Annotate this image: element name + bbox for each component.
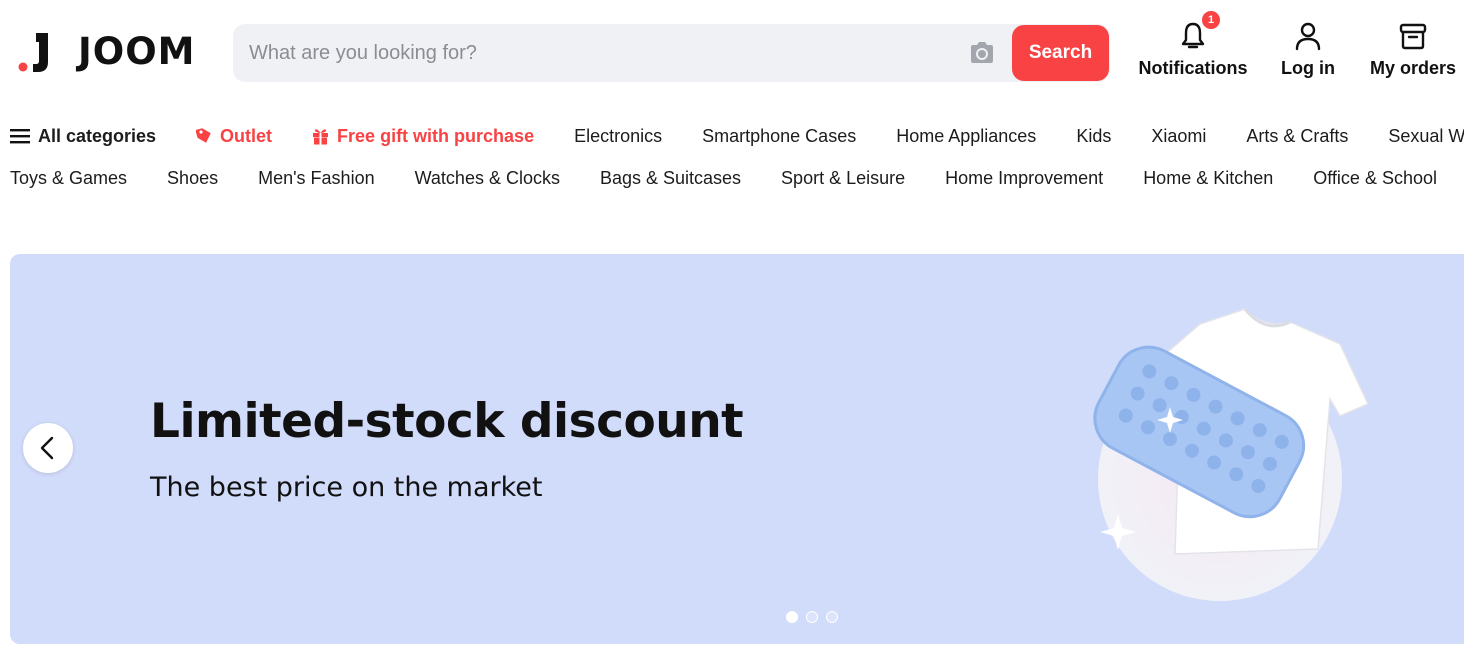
- carousel-dot[interactable]: [786, 611, 798, 623]
- logo-text: JOOM: [78, 30, 196, 73]
- header: JOOM Search Notifications 1 Log in My o: [0, 0, 1464, 100]
- joom-logo[interactable]: JOOM: [18, 30, 196, 74]
- nav-electronics[interactable]: Electronics: [574, 126, 662, 147]
- notifications-label: Notifications: [1138, 58, 1248, 78]
- product-image-towel-tshirt: [1093, 308, 1370, 601]
- carousel-dot[interactable]: [806, 611, 818, 623]
- nav-smartphone-cases[interactable]: Smartphone Cases: [702, 126, 856, 147]
- nav-free-gift[interactable]: Free gift with purchase: [312, 126, 534, 147]
- menu-icon: [10, 129, 30, 144]
- nav-all-categories[interactable]: All categories: [10, 126, 156, 147]
- user-icon: [1295, 22, 1321, 51]
- nav-bags-suitcases[interactable]: Bags & Suitcases: [600, 168, 741, 189]
- nav-kids[interactable]: Kids: [1076, 126, 1111, 147]
- carousel-dot[interactable]: [826, 611, 838, 623]
- nav-office-school[interactable]: Office & School: [1313, 168, 1437, 189]
- category-nav-row-1: All categories Outlet Free gift with pur…: [10, 122, 1464, 150]
- my-orders-button[interactable]: My orders: [1370, 20, 1456, 79]
- banner-subtitle: The best price on the market: [150, 472, 543, 503]
- banner-title: Limited-stock discount: [150, 394, 744, 449]
- carousel-dots: [786, 611, 846, 623]
- notifications-button[interactable]: Notifications: [1138, 20, 1248, 79]
- nav-watches-clocks[interactable]: Watches & Clocks: [415, 168, 560, 189]
- nav-home-appliances[interactable]: Home Appliances: [896, 126, 1036, 147]
- carousel-prev-button[interactable]: [23, 423, 73, 473]
- tag-icon: [196, 128, 211, 143]
- promo-banner[interactable]: Limited-stock discount The best price on…: [10, 254, 1464, 644]
- nav-xiaomi[interactable]: Xiaomi: [1151, 126, 1206, 147]
- search-bar: Search: [233, 24, 1110, 82]
- notification-badge: 1: [1200, 9, 1222, 31]
- search-button[interactable]: Search: [1012, 25, 1109, 81]
- joom-logo-mark: [18, 33, 48, 72]
- nav-mens-fashion[interactable]: Men's Fashion: [258, 168, 375, 189]
- my-orders-label: My orders: [1369, 58, 1457, 78]
- gift-icon: [313, 128, 329, 145]
- nav-sexual-wellness[interactable]: Sexual Wellness: [1388, 126, 1464, 147]
- chevron-left-icon: [40, 436, 54, 460]
- camera-icon[interactable]: [968, 40, 996, 66]
- box-icon: [1399, 23, 1427, 50]
- nav-toys-games[interactable]: Toys & Games: [10, 168, 127, 189]
- category-nav-row-2: Toys & Games Shoes Men's Fashion Watches…: [10, 164, 1464, 192]
- nav-outlet[interactable]: Outlet: [196, 126, 272, 147]
- nav-arts-crafts[interactable]: Arts & Crafts: [1246, 126, 1348, 147]
- login-label: Log in: [1281, 58, 1335, 78]
- nav-home-improvement[interactable]: Home Improvement: [945, 168, 1103, 189]
- nav-sport-leisure[interactable]: Sport & Leisure: [781, 168, 905, 189]
- nav-shoes[interactable]: Shoes: [167, 168, 218, 189]
- nav-label: Outlet: [220, 125, 273, 146]
- nav-home-kitchen[interactable]: Home & Kitchen: [1143, 168, 1273, 189]
- nav-label: Free gift with purchase: [337, 125, 535, 146]
- login-button[interactable]: Log in: [1278, 20, 1338, 79]
- search-input[interactable]: [249, 24, 949, 82]
- nav-label: All categories: [38, 125, 157, 146]
